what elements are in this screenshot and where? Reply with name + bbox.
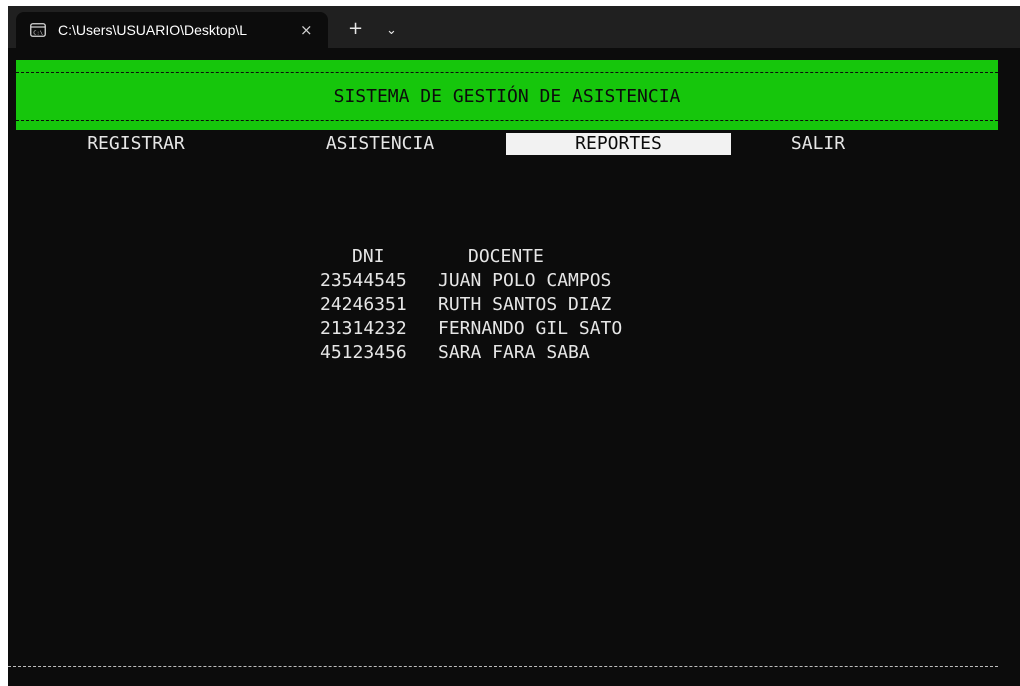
new-tab-button[interactable]: + bbox=[348, 20, 363, 38]
column-header-dni: DNI bbox=[352, 246, 385, 267]
page-title: SISTEMA DE GESTIÓN DE ASISTENCIA bbox=[333, 86, 681, 107]
docente-cell: JUAN POLO CAMPOS bbox=[438, 270, 612, 291]
table-row: 24246351 RUTH SANTOS DIAZ bbox=[312, 293, 678, 317]
close-icon[interactable]: × bbox=[300, 21, 313, 39]
menu-item-salir[interactable]: SALIR bbox=[778, 133, 858, 155]
dni-cell: 45123456 bbox=[320, 342, 407, 363]
terminal-window: C:\ C:\Users\USUARIO\Desktop\L × + ⌄ SIS… bbox=[8, 6, 1020, 686]
terminal-tab[interactable]: C:\ C:\Users\USUARIO\Desktop\L × bbox=[16, 12, 328, 48]
docente-cell: SARA FARA SABA bbox=[438, 342, 590, 363]
menu-item-asistencia[interactable]: ASISTENCIA bbox=[308, 133, 452, 155]
report-table: DNI DOCENTE 23544545 JUAN POLO CAMPOS 24… bbox=[312, 245, 678, 365]
chevron-down-icon[interactable]: ⌄ bbox=[386, 22, 397, 40]
docente-cell: RUTH SANTOS DIAZ bbox=[438, 294, 612, 315]
column-header-docente: DOCENTE bbox=[468, 246, 544, 267]
dni-cell: 21314232 bbox=[320, 318, 407, 339]
tab-title: C:\Users\USUARIO\Desktop\L bbox=[58, 22, 248, 38]
menu-item-registrar[interactable]: REGISTRAR bbox=[72, 133, 200, 155]
header-divider-bottom bbox=[16, 120, 998, 121]
terminal-icon: C:\ bbox=[30, 23, 46, 37]
table-row: 45123456 SARA FARA SABA bbox=[312, 341, 678, 365]
dni-cell: 23544545 bbox=[320, 270, 407, 291]
svg-text:C:\: C:\ bbox=[33, 30, 43, 36]
header-divider-top bbox=[16, 72, 998, 73]
title-bar: C:\ C:\Users\USUARIO\Desktop\L × + ⌄ bbox=[8, 6, 1020, 48]
menu-item-reportes[interactable]: REPORTES bbox=[506, 133, 731, 155]
header-banner: SISTEMA DE GESTIÓN DE ASISTENCIA bbox=[16, 60, 998, 130]
table-row: 23544545 JUAN POLO CAMPOS bbox=[312, 269, 678, 293]
docente-cell: FERNANDO GIL SATO bbox=[438, 318, 623, 339]
table-header: DNI DOCENTE bbox=[312, 245, 678, 269]
table-row: 21314232 FERNANDO GIL SATO bbox=[312, 317, 678, 341]
dni-cell: 24246351 bbox=[320, 294, 407, 315]
footer-divider bbox=[8, 666, 998, 667]
